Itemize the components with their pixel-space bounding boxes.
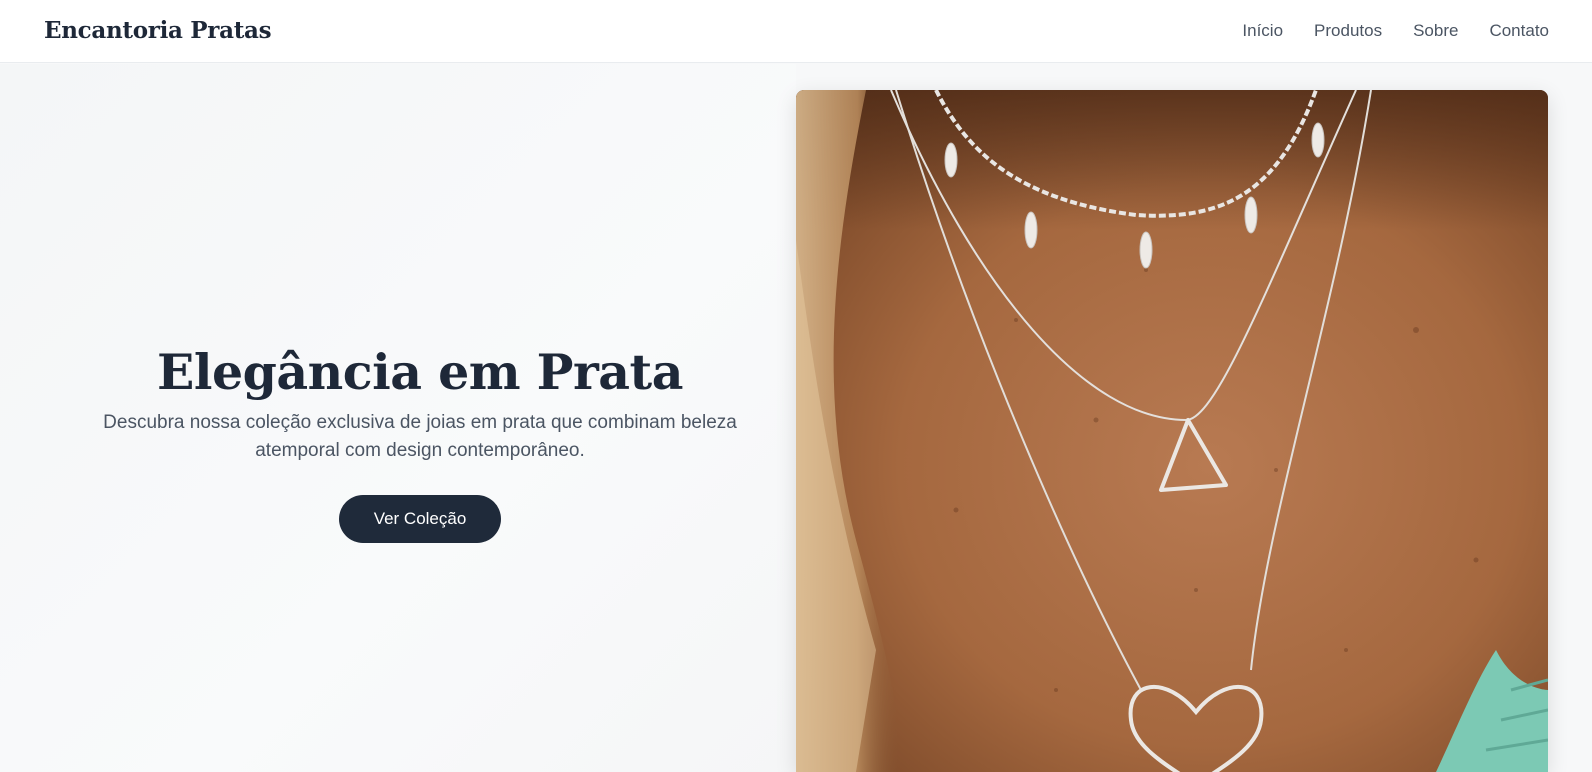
nav-link-contato[interactable]: Contato bbox=[1489, 21, 1549, 41]
nav-link-sobre[interactable]: Sobre bbox=[1413, 21, 1458, 41]
view-collection-button[interactable]: Ver Coleção bbox=[339, 495, 501, 543]
hero-title: Elegância em Prata bbox=[157, 343, 683, 401]
site-header: Encantoria Pratas Início Produtos Sobre … bbox=[0, 0, 1592, 63]
nav-link-produtos[interactable]: Produtos bbox=[1314, 21, 1382, 41]
hero-subtitle: Descubra nossa coleção exclusiva de joia… bbox=[103, 412, 737, 461]
main-nav: Início Produtos Sobre Contato bbox=[1211, 21, 1549, 41]
nav-link-inicio[interactable]: Início bbox=[1242, 21, 1283, 41]
brand-logo[interactable]: Encantoria Pratas bbox=[44, 17, 272, 44]
hero-image-necklaces bbox=[796, 90, 1548, 772]
